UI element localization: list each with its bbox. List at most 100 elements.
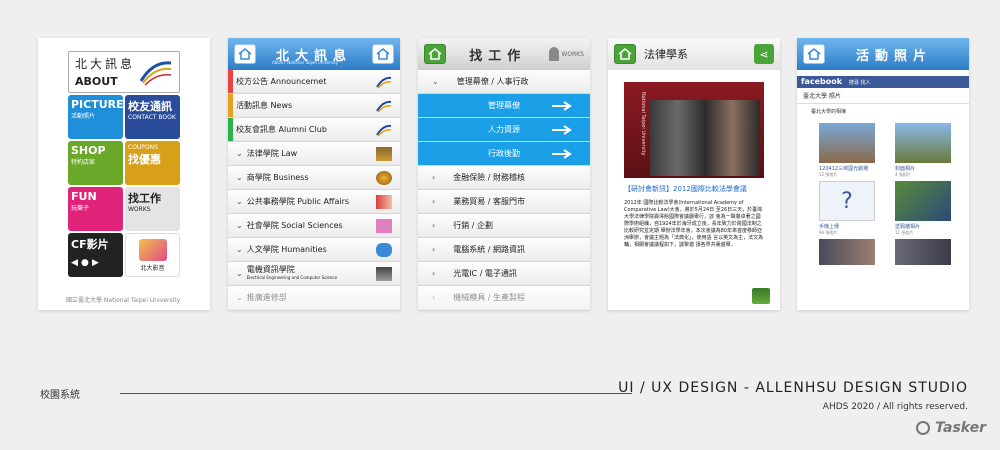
list-item[interactable]: ⌄ 人文學院 Humanities xyxy=(228,238,400,262)
tile-shop-sub: 特約店家 xyxy=(71,159,96,166)
list-item-expanded[interactable]: ⌄ 管理幕僚 / 人事行政 xyxy=(418,70,590,94)
facebook-tabs: 搜尋 找人 xyxy=(848,80,871,86)
news-photo: National Taipei University xyxy=(624,82,764,178)
list-item[interactable]: › 機械模具 / 生產製程 xyxy=(418,286,590,310)
tile-picture-label: PICTURE xyxy=(71,98,123,111)
header-bar: 法律學系 ⋖ xyxy=(608,38,780,70)
album-name[interactable]: 120412三峽國光劇場 xyxy=(819,165,868,172)
album-name[interactable]: 塗鴉牆相片 xyxy=(895,223,920,230)
list-subitem[interactable]: 人力資源 xyxy=(418,118,590,142)
list-subitem[interactable]: 行政後勤 xyxy=(418,142,590,166)
share-icon: ⋖ xyxy=(759,47,769,61)
list-subitem[interactable]: 管理幕僚 xyxy=(418,94,590,118)
page-title: 找工作 xyxy=(469,48,527,64)
share-button[interactable]: ⋖ xyxy=(754,44,774,64)
tile-coupons-sub: COUPONS xyxy=(128,144,158,151)
chevron-down-icon: ⌄ xyxy=(236,268,243,278)
home-icon xyxy=(618,48,632,60)
works-badge: WORKS xyxy=(549,47,584,61)
list-item-label: 社會學院 Social Sciences xyxy=(246,221,343,230)
arrow-right-icon xyxy=(552,100,572,111)
tile-video-gallery[interactable]: 北大影音 xyxy=(125,233,180,277)
home-button[interactable] xyxy=(234,44,256,64)
list-item-label: 推廣進修部 xyxy=(246,293,287,302)
page-title: 活動照片 xyxy=(855,48,932,64)
footer-title: UI / UX DESIGN - ALLENHSU DESIGN STUDIO xyxy=(618,380,968,396)
album-thumb[interactable] xyxy=(895,239,951,265)
law-building-icon xyxy=(376,146,392,161)
logo-icon xyxy=(376,76,392,88)
list-item-label: 業務貿易 / 客服門市 xyxy=(453,197,525,206)
album-name[interactable]: 手機上傳 xyxy=(819,223,839,230)
logo-icon xyxy=(376,100,392,112)
list-item[interactable]: ⌄ 公共事務學院 Public Affairs xyxy=(228,190,400,214)
list-item-label: 活動訊息 News xyxy=(236,101,293,110)
tile-video-label: 北大影音 xyxy=(140,265,165,272)
list-item-label: 校友會訊息 Alumni Club xyxy=(236,125,327,134)
album-name[interactable]: 封面相片 xyxy=(895,165,915,172)
tile-contact-sub: CONTACT BOOK xyxy=(128,114,176,121)
chevron-right-icon: › xyxy=(432,293,436,302)
album-thumb[interactable] xyxy=(819,123,875,163)
list-item-label: 行政後勤 xyxy=(488,149,520,158)
tile-shop-label: SHOP xyxy=(71,144,106,157)
tile-contact-book[interactable]: 校友通訊 CONTACT BOOK xyxy=(125,95,180,139)
logo-chinese: 北大訊息 xyxy=(75,57,136,71)
chevron-down-icon: ⌄ xyxy=(236,293,243,302)
chevron-right-icon: › xyxy=(432,269,436,278)
tile-shop[interactable]: SHOP 特約店家 xyxy=(68,141,123,185)
phone-works-list: 找工作 WORKS ⌄ 管理幕僚 / 人事行政 管理幕僚 人力資源 行政後勤 › 金… xyxy=(418,38,590,310)
tile-works-label: 找工作 xyxy=(128,192,161,205)
album-thumb[interactable] xyxy=(895,123,951,163)
album-section-title: 臺北大學的相簿 xyxy=(811,109,847,115)
home-button[interactable] xyxy=(424,44,446,64)
fb-page-name[interactable]: 臺北大學 照片 xyxy=(797,88,969,104)
home-button-right[interactable] xyxy=(372,44,394,64)
works-badge-label: WORKS xyxy=(561,50,584,58)
tile-fun[interactable]: FUN 玩樂子 xyxy=(68,187,123,231)
list-item-label: 管理幕僚 xyxy=(488,101,520,110)
news-title[interactable]: 【研討會新訊】2012國際比較法學會議 xyxy=(624,184,764,194)
list-item-label: 商學院 Business xyxy=(246,173,309,182)
list-item[interactable]: › 光電IC / 電子通訊 xyxy=(418,262,590,286)
home-button[interactable] xyxy=(803,44,825,64)
tile-works[interactable]: 找工作 WORKS xyxy=(125,187,180,231)
home-button[interactable] xyxy=(614,44,636,64)
people-icon xyxy=(376,242,392,257)
list-item-label: 電機資訊學院 xyxy=(246,264,295,274)
tile-coupons[interactable]: COUPONS 找優惠 xyxy=(125,141,180,185)
list-item[interactable]: › 業務貿易 / 客服門市 xyxy=(418,190,590,214)
document-icon xyxy=(376,218,392,233)
list-item[interactable]: ⌄ 推廣進修部 xyxy=(228,286,400,310)
tasker-logo-icon xyxy=(916,421,931,435)
list-item[interactable]: 校方公告 Announcemet xyxy=(228,70,400,94)
list-item[interactable]: ⌄ 商學院 Business xyxy=(228,166,400,190)
photo-caption: National Taipei University xyxy=(640,92,646,156)
about-logo-button[interactable]: 北大訊息 ABOUT xyxy=(68,51,180,93)
list-item[interactable]: 活動訊息 News xyxy=(228,94,400,118)
list-item-label: 光電IC / 電子通訊 xyxy=(453,269,517,278)
list-item[interactable]: ⌄ 法律學院 Law xyxy=(228,142,400,166)
footer-copyright: AHDS 2020 / All rights reserved. xyxy=(822,402,968,412)
list-item[interactable]: 校友會訊息 Alumni Club xyxy=(228,118,400,142)
album-count: 96 張相片 xyxy=(819,230,838,235)
color-mark xyxy=(228,118,233,141)
tile-cf-video[interactable]: CF影片 ◀ ● ▶ xyxy=(68,233,123,277)
logo-icon xyxy=(376,124,392,136)
watermark-text: Tasker xyxy=(935,420,986,436)
page-subtitle: ABOUT National Taipei University xyxy=(272,60,339,65)
list-item[interactable]: › 電腦系統 / 網路資訊 xyxy=(418,238,590,262)
list-item[interactable]: › 金融保險 / 財務稽核 xyxy=(418,166,590,190)
list-item[interactable]: ⌄ 電機資訊學院 Electrical Engineering and Comput… xyxy=(228,262,400,286)
list-item-label: 人力資源 xyxy=(488,125,520,134)
tile-picture[interactable]: PICTURE 活動照片 xyxy=(68,95,123,139)
logo-english: ABOUT xyxy=(75,75,118,88)
album-count: 11 張相片 xyxy=(895,230,914,235)
list-item[interactable]: ⌄ 社會學院 Social Sciences xyxy=(228,214,400,238)
album-thumb[interactable] xyxy=(895,181,951,221)
album-thumb[interactable] xyxy=(819,239,875,265)
footer-divider xyxy=(120,393,632,394)
album-thumb-placeholder[interactable]: ? xyxy=(819,181,875,221)
list-item[interactable]: › 行銷 / 企劃 xyxy=(418,214,590,238)
chevron-down-icon: ⌄ xyxy=(236,197,243,206)
